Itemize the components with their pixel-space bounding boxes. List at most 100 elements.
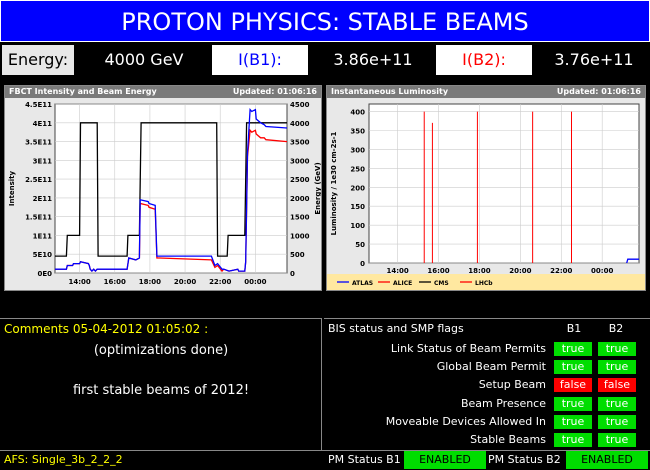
y2-tick-label: 500 bbox=[290, 251, 305, 259]
y-tick-label: 350 bbox=[350, 128, 365, 136]
fbct-panel: FBCT Intensity and Beam Energy Updated: … bbox=[4, 85, 322, 291]
ib2-value: 3.76e+11 bbox=[554, 50, 634, 69]
flag-b2-badge: true bbox=[598, 360, 636, 375]
flag-b2-badge: true bbox=[598, 342, 636, 356]
flags-box: BIS status and SMP flags B1 B2 Link Stat… bbox=[324, 318, 650, 450]
comments-header: Comments 05-04-2012 01:05:02 : bbox=[4, 322, 209, 336]
lumi-title: Instantaneous Luminosity bbox=[331, 87, 449, 96]
lumi-panel-header: Instantaneous Luminosity Updated: 01:06:… bbox=[327, 86, 645, 98]
pm-status-b1-label: PM Status B1 bbox=[328, 453, 401, 466]
y-tick-label: 1.5E11 bbox=[25, 214, 52, 222]
y-tick-label: 5E10 bbox=[33, 251, 53, 259]
flags-header: BIS status and SMP flags bbox=[328, 322, 464, 335]
flag-label: Beam Presence bbox=[460, 396, 546, 410]
flag-b1-badge: true bbox=[554, 342, 592, 356]
y-tick-label: 150 bbox=[350, 203, 365, 211]
flag-row: Link Status of Beam Permits true true bbox=[324, 341, 650, 357]
y-axis-label: Luminosity / 1e30 cm-2s-1 bbox=[330, 131, 338, 235]
y-tick-label: 200 bbox=[350, 184, 365, 192]
y2-axis-label: Energy (GeV) bbox=[314, 162, 321, 214]
x-tick-label: 22:00 bbox=[550, 267, 572, 275]
legend-label: CMS bbox=[434, 280, 449, 287]
fbct-title: FBCT Intensity and Beam Energy bbox=[9, 87, 157, 96]
lumi-updated: Updated: 01:06:16 bbox=[556, 87, 641, 96]
pm-status-b2-label: PM Status B2 bbox=[488, 453, 561, 466]
ib1-value: 3.86e+11 bbox=[333, 50, 413, 69]
x-tick-label: 16:00 bbox=[104, 278, 126, 286]
y-axis-label: Intensity bbox=[8, 170, 16, 206]
x-tick-label: 18:00 bbox=[139, 278, 161, 286]
plot-area bbox=[368, 103, 640, 264]
x-tick-label: 14:00 bbox=[68, 278, 90, 286]
y2-tick-label: 2000 bbox=[290, 195, 310, 203]
pm-status-b2-badge: ENABLED bbox=[566, 451, 648, 469]
comments-box: Comments 05-04-2012 01:05:02 : (optimiza… bbox=[0, 318, 322, 450]
flag-b2-badge: true bbox=[598, 414, 636, 429]
afs-status: AFS: Single_3b_2_2_2 bbox=[4, 453, 123, 466]
y2-tick-label: 3500 bbox=[290, 139, 310, 147]
fbct-panel-header: FBCT Intensity and Beam Energy Updated: … bbox=[5, 86, 321, 98]
y-tick-label: 50 bbox=[355, 241, 365, 249]
flag-b1-badge: true bbox=[554, 433, 592, 447]
flag-label: Link Status of Beam Permits bbox=[390, 342, 546, 355]
lumi-panel: Instantaneous Luminosity Updated: 01:06:… bbox=[326, 85, 646, 291]
flag-b1-badge: true bbox=[554, 360, 592, 375]
x-tick-label: 22:00 bbox=[209, 278, 231, 286]
footer: AFS: Single_3b_2_2_2 PM Status B1 ENABLE… bbox=[0, 450, 650, 470]
energy-value: 4000 GeV bbox=[104, 50, 184, 69]
flag-b2-badge: true bbox=[598, 433, 636, 447]
ib2-label: I(B2): bbox=[436, 45, 532, 75]
y2-tick-label: 4000 bbox=[290, 120, 310, 128]
page-title: PROTON PHYSICS: STABLE BEAMS bbox=[0, 0, 650, 42]
x-tick-label: 00:00 bbox=[591, 267, 613, 275]
flag-label: Setup Beam bbox=[478, 378, 546, 392]
ib1-label: I(B1): bbox=[212, 45, 308, 75]
fbct-chart: 14:00 16:00 18:00 20:00 22:00 00:00 0E0 5E10 1E1… bbox=[8, 101, 321, 286]
legend-label: LHCb bbox=[475, 280, 493, 287]
y-tick-label: 300 bbox=[350, 146, 365, 154]
flag-b1-badge: false bbox=[554, 378, 592, 393]
flag-row: Global Beam Permit true true bbox=[324, 359, 650, 375]
legend-label: ATLAS bbox=[352, 280, 373, 287]
flag-b1-badge: true bbox=[554, 396, 592, 411]
x-tick-label: 20:00 bbox=[174, 278, 196, 286]
flag-label: Stable Beams bbox=[470, 433, 546, 446]
y2-tick-label: 0 bbox=[290, 270, 295, 278]
flag-b2-badge: true bbox=[598, 396, 636, 411]
flag-b2-badge: false bbox=[598, 378, 636, 393]
flag-label: Global Beam Permit bbox=[436, 360, 546, 374]
legend-label: ALICE bbox=[393, 280, 412, 287]
plot-area bbox=[54, 103, 288, 274]
y-tick-label: 0E0 bbox=[37, 270, 52, 278]
x-tick-label: 00:00 bbox=[244, 278, 266, 286]
flag-b1-badge: true bbox=[554, 414, 592, 429]
y-tick-label: 3E11 bbox=[33, 157, 53, 165]
energy-label: Energy: bbox=[2, 45, 74, 75]
y2-tick-label: 1000 bbox=[290, 232, 310, 240]
comment-line-1: (optimizations done) bbox=[93, 343, 229, 358]
y2-tick-label: 1500 bbox=[290, 214, 310, 222]
x-tick-label: 16:00 bbox=[427, 267, 449, 275]
flag-row: Moveable Devices Allowed In true true bbox=[324, 414, 650, 430]
y-tick-label: 4E11 bbox=[33, 120, 53, 128]
lumi-chart: 14:00 16:00 18:00 20:00 22:00 00:00 0 50 100 150 2… bbox=[327, 103, 645, 290]
y-tick-label: 4.5E11 bbox=[25, 101, 52, 109]
pm-status-b1-badge: ENABLED bbox=[404, 451, 486, 469]
x-tick-label: 18:00 bbox=[468, 267, 490, 275]
flag-row: Beam Presence true true bbox=[324, 396, 650, 412]
x-tick-label: 20:00 bbox=[509, 267, 531, 275]
flags-col-b2: B2 bbox=[608, 322, 624, 335]
y-tick-label: 1E11 bbox=[33, 232, 53, 240]
y-tick-label: 2E11 bbox=[33, 195, 53, 203]
y-tick-label: 400 bbox=[350, 109, 365, 117]
fbct-updated: Updated: 01:06:16 bbox=[232, 87, 317, 96]
comment-line-2: first stable beams of 2012! bbox=[72, 383, 250, 398]
y-tick-label: 100 bbox=[350, 222, 365, 230]
x-tick-label: 14:00 bbox=[386, 267, 408, 275]
flag-row: Stable Beams true true bbox=[324, 432, 650, 448]
flag-row: Setup Beam false false bbox=[324, 377, 650, 393]
y-tick-label: 0 bbox=[360, 260, 365, 268]
y2-tick-label: 2500 bbox=[290, 176, 310, 184]
y2-tick-label: 4500 bbox=[290, 101, 310, 109]
y-tick-label: 2.5E11 bbox=[25, 176, 52, 184]
